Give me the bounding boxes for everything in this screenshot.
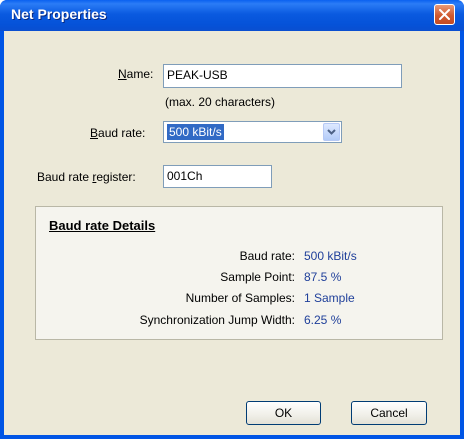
detail-value-number-of-samples: 1 Sample (304, 291, 355, 305)
detail-label-baud-rate: Baud rate: (239, 249, 295, 263)
detail-label-number-of-samples: Number of Samples: (185, 291, 295, 305)
close-button[interactable] (434, 4, 455, 25)
detail-value-sample-point: 87.5 % (304, 270, 342, 284)
register-input[interactable]: 001Ch (163, 165, 272, 188)
window-title: Net Properties (11, 6, 107, 22)
baud-rate-selected-value: 500 kBit/s (167, 124, 224, 140)
name-label: Name: (118, 67, 153, 81)
register-label-prefix: Baud rate (37, 170, 93, 184)
detail-value-baud-rate: 500 kBit/s (304, 249, 357, 263)
baud-rate-label-rest: aud rate: (98, 126, 146, 140)
close-icon (439, 9, 450, 20)
name-label-mnemonic: N (118, 67, 127, 81)
detail-label-sample-point: Sample Point: (220, 270, 295, 284)
baud-rate-select[interactable]: 500 kBit/s (163, 121, 342, 143)
detail-value-sjw: 6.25 % (304, 313, 342, 327)
ok-button[interactable]: OK (246, 401, 321, 425)
baud-rate-dropdown-button[interactable] (323, 123, 340, 141)
baud-rate-label-mnemonic: B (90, 126, 99, 140)
title-bar[interactable]: Net Properties (0, 0, 464, 31)
chevron-down-icon (327, 129, 336, 135)
name-label-rest: ame: (126, 67, 154, 81)
details-title: Baud rate Details (49, 218, 156, 233)
baud-rate-label: Baud rate: (90, 126, 145, 140)
register-label-rest: egister: (96, 170, 136, 184)
name-input[interactable]: PEAK-USB (163, 64, 402, 88)
register-label: Baud rate register: (37, 170, 136, 184)
baud-rate-details-group: Baud rate Details Baud rate: 500 kBit/s … (35, 206, 443, 340)
name-hint: (max. 20 characters) (165, 95, 276, 109)
cancel-button[interactable]: Cancel (351, 401, 427, 425)
detail-label-sjw: Synchronization Jump Width: (139, 313, 295, 327)
